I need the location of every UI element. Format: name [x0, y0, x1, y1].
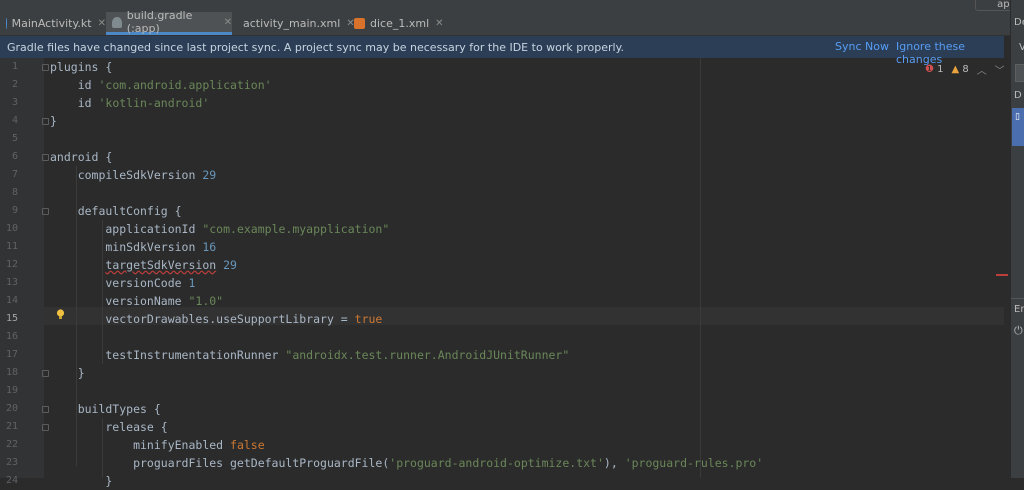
- line-number: 9: [11, 205, 18, 216]
- line-number: 4: [11, 115, 18, 126]
- code-line[interactable]: minSdkVersion 16: [50, 238, 216, 256]
- line-number: 23: [5, 457, 18, 468]
- tab-label: activity_main.xml: [243, 17, 341, 30]
- code-line[interactable]: compileSdkVersion 29: [50, 166, 217, 184]
- code-line[interactable]: buildTypes {: [50, 400, 161, 418]
- code-line[interactable]: release {: [50, 418, 167, 436]
- line-number: 18: [5, 367, 18, 378]
- code-line[interactable]: id 'com.android.application': [50, 76, 272, 94]
- power-icon[interactable]: ⏻: [1014, 324, 1023, 338]
- divider: [1011, 298, 1024, 299]
- device-icon: ▯: [1015, 112, 1020, 122]
- editor-tab-bar: MainActivity.kt ✕ build.gradle (:app) ✕ …: [0, 9, 1010, 36]
- tab-dice-1[interactable]: dice_1.xml ✕: [354, 12, 444, 35]
- warning-icon: ▲: [951, 64, 960, 75]
- warning-count: ▲ 8: [951, 64, 969, 75]
- line-number: 13: [5, 277, 18, 288]
- code-line[interactable]: id 'kotlin-android': [50, 94, 210, 112]
- tab-activity-main[interactable]: activity_main.xml ✕: [238, 12, 355, 35]
- gradle-sync-banner: Gradle files have changed since last pro…: [0, 36, 1004, 66]
- code-line[interactable]: minifyEnabled false: [50, 436, 265, 454]
- chevron-up-icon[interactable]: ︿: [977, 62, 987, 77]
- code-line[interactable]: versionName "1.0": [50, 292, 223, 310]
- fold-marker-icon[interactable]: [42, 406, 49, 413]
- line-number: 19: [5, 385, 18, 396]
- fold-marker-icon[interactable]: [42, 154, 49, 161]
- line-number: 8: [11, 187, 18, 198]
- panel-selected-item[interactable]: ▯: [1012, 108, 1024, 146]
- sync-now-link[interactable]: Sync Now: [835, 40, 889, 53]
- line-number: 24: [5, 475, 18, 486]
- fold-marker-icon[interactable]: [42, 208, 49, 215]
- tab-label: dice_1.xml: [370, 17, 430, 30]
- code-line[interactable]: vectorDrawables.useSupportLibrary = true: [50, 310, 382, 328]
- error-count: ❶ 1: [925, 64, 944, 75]
- tab-label: build.gradle (:app): [126, 9, 193, 35]
- line-number: 16: [5, 331, 18, 342]
- panel-label: De: [1014, 17, 1024, 28]
- inspection-widget[interactable]: ❶ 1 ▲ 8 ︿ ﹀: [925, 62, 1005, 77]
- code-line[interactable]: targetSdkVersion 29: [50, 256, 237, 274]
- panel-label: En: [1014, 304, 1024, 315]
- line-number: 14: [5, 295, 18, 306]
- drawable-xml-icon: [354, 18, 365, 29]
- right-tool-panel: De V D ▯ En ⏻: [1010, 0, 1024, 478]
- close-icon[interactable]: ✕: [98, 18, 106, 29]
- line-number: 20: [5, 403, 18, 414]
- close-icon[interactable]: ✕: [435, 18, 443, 29]
- code-line[interactable]: versionCode 1: [50, 274, 195, 292]
- tab-label: MainActivity.kt: [11, 17, 92, 30]
- line-number: 6: [11, 151, 18, 162]
- right-margin-guide: [700, 58, 701, 478]
- panel-field[interactable]: [1015, 64, 1024, 82]
- line-number: 21: [5, 421, 18, 432]
- lightbulb-icon[interactable]: [56, 309, 65, 320]
- line-number: 15: [5, 313, 18, 324]
- line-number: 3: [11, 97, 18, 108]
- code-line[interactable]: plugins {: [50, 58, 112, 76]
- line-number: 10: [5, 223, 18, 234]
- code-line[interactable]: testInstrumentationRunner "androidx.test…: [50, 346, 569, 364]
- code-line[interactable]: }: [50, 364, 85, 382]
- line-number: 5: [11, 133, 18, 144]
- code-line[interactable]: defaultConfig {: [50, 202, 182, 220]
- fold-marker-icon[interactable]: [42, 424, 49, 431]
- line-number: 2: [11, 79, 18, 90]
- tab-build-gradle[interactable]: build.gradle (:app) ✕: [106, 9, 232, 35]
- tab-mainactivity[interactable]: MainActivity.kt ✕: [6, 12, 106, 35]
- code-line[interactable]: android {: [50, 148, 112, 166]
- fold-marker-icon[interactable]: [42, 64, 49, 71]
- fold-marker-icon[interactable]: [42, 118, 49, 125]
- code-line[interactable]: proguardFiles getDefaultProguardFile('pr…: [50, 454, 763, 472]
- code-line[interactable]: applicationId "com.example.myapplication…: [50, 220, 389, 238]
- line-number: 22: [5, 439, 18, 450]
- fold-marker-icon[interactable]: [42, 370, 49, 377]
- line-number: 7: [11, 169, 18, 180]
- banner-message: Gradle files have changed since last pro…: [7, 40, 625, 54]
- line-number: 12: [5, 259, 18, 270]
- line-number: 1: [11, 61, 18, 72]
- kotlin-file-icon: [6, 18, 7, 29]
- code-line[interactable]: }: [50, 472, 112, 490]
- error-icon: ❶: [925, 64, 934, 75]
- code-line[interactable]: }: [50, 112, 57, 130]
- line-number: 17: [5, 349, 18, 360]
- panel-label: D: [1014, 90, 1022, 101]
- error-stripe-mark[interactable]: [996, 274, 1008, 276]
- close-icon[interactable]: ✕: [224, 17, 232, 28]
- panel-label: V: [1019, 42, 1024, 53]
- line-number: 11: [5, 241, 18, 252]
- gradle-elephant-icon: [112, 16, 122, 28]
